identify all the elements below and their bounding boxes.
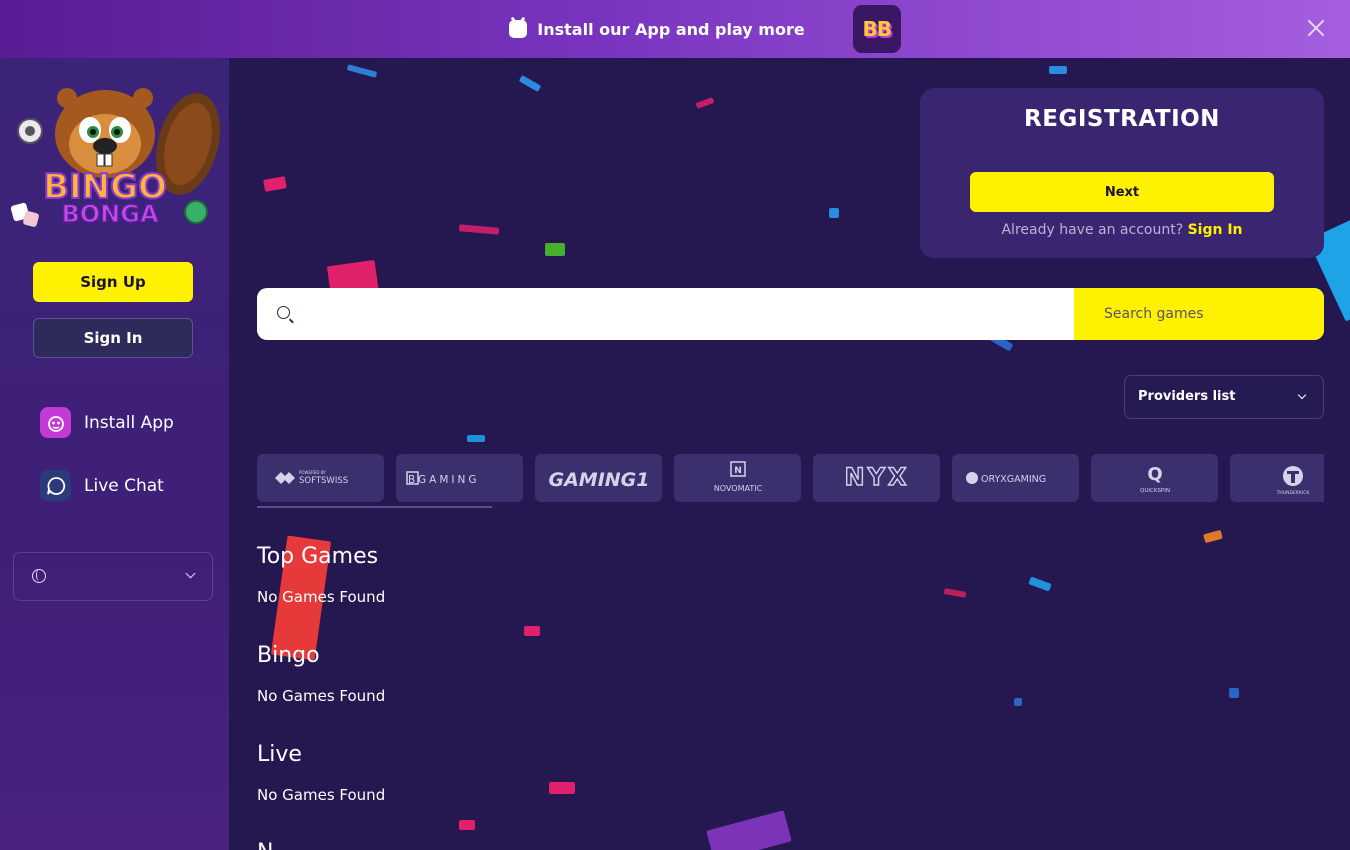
svg-text:BONGA: BONGA [61, 200, 158, 228]
confetti-piece [545, 243, 565, 256]
provider-name: SOFTSWISS [299, 476, 348, 486]
search-input[interactable] [303, 288, 1063, 340]
svg-text:Q: Q [1147, 464, 1162, 485]
install-app-banner[interactable]: Install our App and play more BB [0, 0, 1350, 58]
provider-tile-bgaming[interactable]: BGAMING [396, 454, 523, 502]
no-games-found-text: No Games Found [257, 786, 386, 804]
app-icon[interactable]: BB [852, 5, 901, 53]
sign-up-button[interactable]: Sign Up [33, 262, 193, 302]
nyx-logo: NYX [843, 462, 909, 491]
provider-name: QUICKSPIN [1140, 488, 1170, 494]
search-games-button[interactable]: Search games [1074, 288, 1324, 340]
softswiss-logo: POWERED BY SOFTSWISS [274, 470, 348, 486]
bgaming-logo: BGAMING [405, 471, 480, 486]
provider-name: THUNDERKICK [1276, 490, 1311, 496]
provider-tile-quickspin[interactable]: Q QUICKSPIN [1091, 454, 1218, 502]
search-icon [277, 306, 290, 319]
install-app-icon [40, 407, 71, 438]
providers-carousel: POWERED BY SOFTSWISS BGAMING GAMING1 N N… [257, 454, 1324, 502]
chat-icon [40, 470, 71, 501]
providers-scroll-indicator [257, 506, 492, 508]
confetti-piece [518, 74, 542, 93]
close-icon[interactable] [1304, 16, 1328, 40]
gaming1-logo: GAMING1 [548, 469, 649, 491]
sidebar-item-label: Install App [84, 412, 174, 433]
language-select[interactable] [13, 552, 213, 601]
sign-in-button[interactable]: Sign In [33, 318, 193, 358]
confetti-piece [1049, 66, 1067, 74]
already-have-account: Already have an account? Sign In [920, 222, 1324, 238]
sidebar-item-live-chat[interactable]: Live Chat [40, 470, 164, 501]
banner-content: Install our App and play more BB [509, 5, 901, 53]
sidebar: BINGO BONGA Sign Up Sign In Install App … [0, 58, 229, 850]
quickspin-logo: Q QUICKSPIN [1140, 464, 1170, 494]
banner-text: Install our App and play more [537, 19, 805, 39]
oryxgaming-logo: ORYXGAMING [965, 472, 1046, 485]
confetti-piece [695, 97, 715, 109]
already-text: Already have an account? [1001, 222, 1184, 238]
chevron-down-icon [185, 568, 196, 579]
provider-name: NOVOMATIC [713, 484, 762, 493]
section-title-new: N [257, 840, 273, 850]
confetti-piece [943, 588, 967, 598]
section-title-bingo: Bingo [257, 643, 320, 668]
confetti-piece [346, 64, 378, 78]
provider-name: NYX [844, 463, 909, 491]
confetti-piece [549, 782, 575, 794]
novomatic-logo: N NOVOMATIC [713, 461, 762, 493]
confetti-piece [1014, 698, 1022, 706]
no-games-found-text: No Games Found [257, 588, 386, 606]
provider-tile-novomatic[interactable]: N NOVOMATIC [674, 454, 801, 502]
bingo-bonga-logo[interactable]: BINGO BONGA [10, 86, 220, 236]
android-icon [509, 20, 528, 38]
provider-powered-by: POWERED BY [299, 470, 326, 475]
globe-icon [32, 569, 46, 583]
confetti-piece [706, 810, 792, 850]
confetti-piece [467, 435, 485, 442]
confetti-piece [1203, 529, 1223, 544]
sidebar-item-install-app[interactable]: Install App [40, 407, 174, 438]
confetti-piece [1229, 688, 1239, 698]
provider-name: BGAMING [408, 474, 480, 486]
chevron-down-icon [1297, 390, 1307, 400]
registration-title: REGISTRATION [1024, 106, 1220, 132]
provider-tile-oryxgaming[interactable]: ORYXGAMING [952, 454, 1079, 502]
thunderkick-logo: THUNDERKICK [1276, 466, 1311, 496]
provider-name: ORYXGAMING [981, 474, 1046, 485]
provider-tile-softswiss[interactable]: POWERED BY SOFTSWISS [257, 454, 384, 502]
confetti-piece [524, 626, 540, 636]
section-title-live: Live [257, 742, 302, 767]
confetti-piece [263, 176, 287, 192]
svg-text:N: N [734, 466, 742, 476]
confetti-piece [1028, 576, 1052, 592]
no-games-found-text: No Games Found [257, 687, 386, 705]
next-button[interactable]: Next [970, 172, 1274, 212]
providers-select[interactable]: Providers list [1124, 375, 1324, 419]
provider-name: GAMING1 [548, 469, 649, 491]
providers-select-label: Providers list [1138, 389, 1236, 404]
section-title-top-games: Top Games [257, 544, 379, 569]
sidebar-item-label: Live Chat [84, 475, 164, 496]
confetti-piece [829, 208, 839, 218]
confetti-piece [459, 820, 475, 830]
provider-tile-thunderkick[interactable]: THUNDERKICK [1230, 454, 1324, 502]
provider-tile-nyx[interactable]: NYX [813, 454, 940, 502]
registration-card: REGISTRATION Next Already have an accoun… [920, 88, 1324, 258]
search-bar: Search games [257, 288, 1324, 340]
sign-in-link[interactable]: Sign In [1188, 222, 1243, 238]
confetti-piece [458, 224, 500, 235]
provider-tile-gaming1[interactable]: GAMING1 [535, 454, 662, 502]
